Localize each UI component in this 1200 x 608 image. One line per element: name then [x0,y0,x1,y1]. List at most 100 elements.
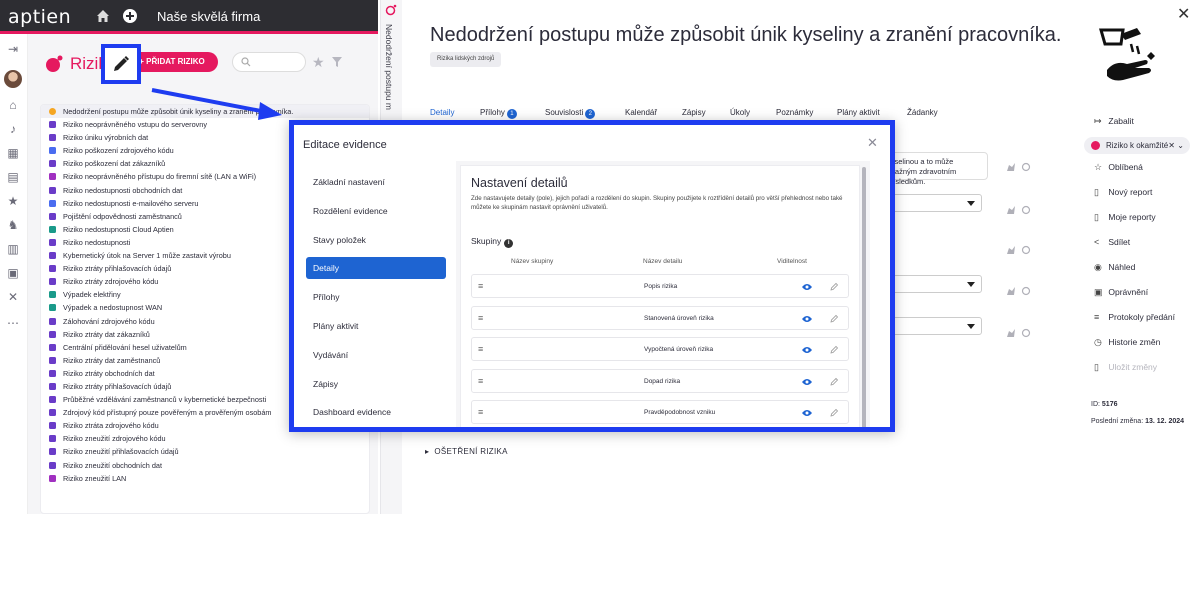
pencil-icon[interactable] [830,408,839,417]
select-field-3[interactable] [880,317,982,335]
detail-row[interactable]: ≡ Dopad rizika [471,368,849,393]
drag-handle-icon[interactable]: ≡ [478,313,483,322]
home-rail-icon[interactable]: ⌂ [6,98,20,112]
tab-5[interactable]: Zápisy [682,108,706,117]
tools-icon[interactable]: ✕ [6,290,20,304]
sidebar-item-2[interactable]: ▯ Nový report [1094,187,1152,198]
sidebar-item-3[interactable]: ▯ Moje reporty [1094,212,1156,223]
modal-nav-item[interactable]: Přílohy [306,286,446,308]
pencil-icon[interactable] [830,282,839,291]
modal-nav-item[interactable]: Základní nastavení [306,171,446,193]
modal-nav-item[interactable]: Vydávání [306,344,446,366]
star-icon[interactable]: ★ [6,194,20,208]
eye-icon[interactable] [802,315,812,323]
filter-icon[interactable] [332,57,342,67]
detail-row[interactable]: ≡ Vypočtená úroveň rizika [471,337,849,362]
tab-3[interactable]: Souvislosti 2 [545,108,596,119]
home-icon[interactable] [95,8,111,24]
top-bar: aptien Naše skvělá firma [0,0,378,34]
list-item[interactable]: Riziko zneužití obchodních dat [41,459,369,472]
sidebar-item-9[interactable]: ▯ Uložit změny [1094,362,1157,373]
detail-row[interactable]: ≡ Stanovená úroveň rizika [471,305,849,330]
apps-grid-icon[interactable]: ⋯ [6,316,20,330]
list-item-label: Riziko ztráty přihlašovacích údajů [63,381,172,391]
sidebar-item-6[interactable]: ▣ Oprávnění [1094,287,1148,298]
list-item[interactable]: Riziko zneužití přihlašovacích údajů [41,445,369,458]
aptien-logo[interactable]: aptien [8,6,71,28]
modal-nav-item[interactable]: Stavy položek [306,229,446,251]
modal-nav: Základní nastavení Rozdělení evidence Stav… [306,171,446,427]
sidebar-item-7[interactable]: ≡ Protokoly předání [1094,312,1175,322]
close-icon[interactable]: ✕ [1177,4,1190,24]
list-item-label: Riziko ztráty dat zákazníků [63,329,150,339]
detail-row[interactable]: ≡ Popis rizika [471,274,849,298]
select-field-2[interactable] [880,275,982,293]
tab-6[interactable]: Úkoly [730,108,750,117]
tab-1[interactable]: Detaily [430,108,454,117]
risk-level-select[interactable]: Riziko k okamžité✕ ⌄ [1084,137,1190,154]
document-icon [49,252,56,260]
favorites-star-icon[interactable]: ★ [312,54,325,71]
tab-9[interactable]: Žádanky [907,108,938,117]
drag-handle-icon[interactable]: ≡ [478,345,483,354]
collapse-panel-button[interactable]: ↦ Zabalit [1094,116,1134,127]
tab-2[interactable]: Přílohy 1 [480,108,517,119]
tab-7[interactable]: Poznámky [776,108,813,117]
sidebar-item-4[interactable]: < Sdílet [1094,237,1130,247]
plus-circle-icon[interactable] [122,8,138,24]
page-title: Nedodržení postupu může způsobit únik ky… [430,24,1062,46]
chevron-down-icon[interactable]: ⌄ [1177,141,1184,150]
calendar-icon[interactable]: ▦ [6,146,20,160]
sidebar-item-8[interactable]: ◷ Historie změn [1094,337,1160,348]
modal-nav-item[interactable]: Detaily [306,257,446,280]
eye-icon[interactable] [802,346,812,354]
clipboard-icon[interactable]: ▤ [6,170,20,184]
list-item[interactable]: Riziko zneužití LAN [41,472,369,485]
avatar[interactable] [4,70,22,88]
edit-evidence-button[interactable] [101,44,141,84]
scrollbar[interactable] [862,167,866,427]
category-tag[interactable]: Rizika lidských zdrojů [430,52,502,67]
pencil-icon[interactable] [830,314,839,323]
modal-nav-item[interactable]: Dashboard evidence [306,401,446,423]
eye-icon[interactable] [802,409,812,417]
drag-handle-icon[interactable]: ≡ [478,282,483,291]
modal-nav-item[interactable]: Zápisy [306,373,446,395]
modal-close-icon[interactable]: ✕ [867,135,878,151]
sidebar-item-5[interactable]: ◉ Náhled [1094,262,1135,273]
drag-handle-icon[interactable]: ≡ [478,408,483,417]
drag-handle-icon[interactable]: ≡ [478,376,483,385]
sidebar-item-1[interactable]: ☆ Oblíbená [1094,162,1143,173]
field-actions-icon[interactable] [1006,328,1032,338]
pencil-icon[interactable] [830,345,839,354]
eye-icon[interactable] [802,378,812,386]
modal-nav-item[interactable]: Plány aktivit [306,315,446,337]
modal-nav-item[interactable]: Rozdělení evidence [306,200,446,222]
history-icon: ◷ [1094,337,1102,347]
field-actions-icon[interactable] [1006,286,1032,296]
pencil-icon[interactable] [830,377,839,386]
company-name[interactable]: Naše skvělá firma [157,9,260,24]
bell-icon[interactable]: ♪ [6,122,20,136]
description-field[interactable]: kyselinou a to může ávažným zdravotním d… [880,152,988,186]
printer-icon[interactable]: ▣ [6,266,20,280]
tab-8[interactable]: Plány aktivit [837,108,880,117]
clear-icon[interactable]: ✕ [1168,141,1175,150]
field-actions-icon[interactable] [1006,205,1032,215]
description-line-2: ávažným zdravotním důsledkům. [887,167,957,186]
select-field-1[interactable] [880,194,982,212]
tab-4[interactable]: Kalendář [625,108,657,117]
detail-row[interactable]: ≡ Pravděpodobnost vzniku [471,400,849,425]
eye-icon[interactable] [802,283,812,291]
collapse-menu-icon[interactable]: ⇥ [6,42,20,56]
section-risk-treatment[interactable]: ▸ OŠETŘENÍ RIZIKA [425,447,508,456]
field-actions-icon[interactable] [1006,245,1032,255]
list-item[interactable]: Riziko zneužití zdrojového kódu [41,432,369,445]
document-icon [49,435,56,443]
search-input[interactable] [232,52,306,72]
field-actions-icon[interactable] [1006,162,1032,172]
document-icon[interactable]: ▥ [6,242,20,256]
dog-icon[interactable]: ♞ [6,218,20,232]
info-icon[interactable]: i [504,239,514,248]
content-title: Nastavení detailů [471,176,568,190]
